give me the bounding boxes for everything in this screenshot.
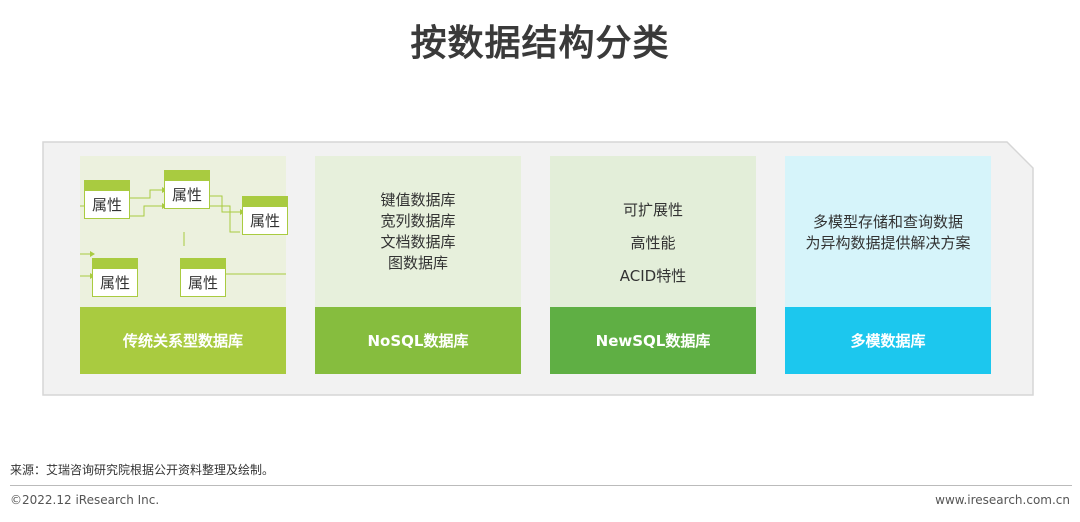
- relational-diagram: 属性 属性 属性 属性 属性: [80, 156, 288, 307]
- feature-line: 文档数据库: [380, 233, 456, 251]
- entity-attribute: 属性: [242, 207, 288, 235]
- feature-line: 可扩展性: [622, 201, 683, 219]
- entity-header: [242, 196, 288, 207]
- entity-attribute: 属性: [164, 181, 210, 209]
- footer-divider: [10, 485, 1072, 486]
- entity-box: 属性: [164, 170, 210, 209]
- card-newsql-db: 可扩展性 高性能 ACID特性 NewSQL数据库: [550, 156, 756, 374]
- copyright: ©2022.12 iResearch Inc.: [10, 493, 160, 507]
- card-label: NewSQL数据库: [550, 307, 756, 374]
- entity-header: [180, 258, 226, 269]
- entity-attribute: 属性: [92, 269, 138, 297]
- feature-line: ACID特性: [619, 267, 687, 285]
- card-label: NoSQL数据库: [315, 307, 521, 374]
- feature-line: 宽列数据库: [380, 212, 456, 230]
- entity-box: 属性: [84, 180, 130, 219]
- website-link[interactable]: www.iresearch.com.cn: [935, 493, 1070, 507]
- feature-line: 高性能: [630, 234, 676, 252]
- card-nosql-db: 键值数据库 宽列数据库 文档数据库 图数据库 NoSQL数据库: [315, 156, 521, 374]
- card-label: 多模数据库: [785, 307, 991, 374]
- entity-attribute: 属性: [180, 269, 226, 297]
- entity-box: 属性: [180, 258, 226, 297]
- source-note: 来源：艾瑞咨询研究院根据公开资料整理及绘制。: [10, 463, 275, 477]
- feature-line: 键值数据库: [380, 191, 456, 209]
- feature-line: 为异构数据提供解决方案: [805, 234, 971, 252]
- card-body: 多模型存储和查询数据 为异构数据提供解决方案: [785, 156, 991, 307]
- feature-line: 多模型存储和查询数据: [812, 213, 963, 231]
- entity-attribute: 属性: [84, 191, 130, 219]
- card-relational-db: 属性 属性 属性 属性 属性 传统关系型数据库: [80, 156, 288, 374]
- entity-header: [164, 170, 210, 181]
- card-body: 可扩展性 高性能 ACID特性: [550, 156, 756, 307]
- entity-header: [84, 180, 130, 191]
- card-multimodel-db: 多模型存储和查询数据 为异构数据提供解决方案 多模数据库: [785, 156, 991, 374]
- card-label: 传统关系型数据库: [80, 307, 286, 374]
- entity-box: 属性: [242, 196, 288, 235]
- page-title: 按数据结构分类: [410, 23, 670, 64]
- entity-box: 属性: [92, 258, 138, 297]
- card-body: 键值数据库 宽列数据库 文档数据库 图数据库: [315, 156, 521, 307]
- feature-line: 图数据库: [387, 254, 448, 272]
- entity-header: [92, 258, 138, 269]
